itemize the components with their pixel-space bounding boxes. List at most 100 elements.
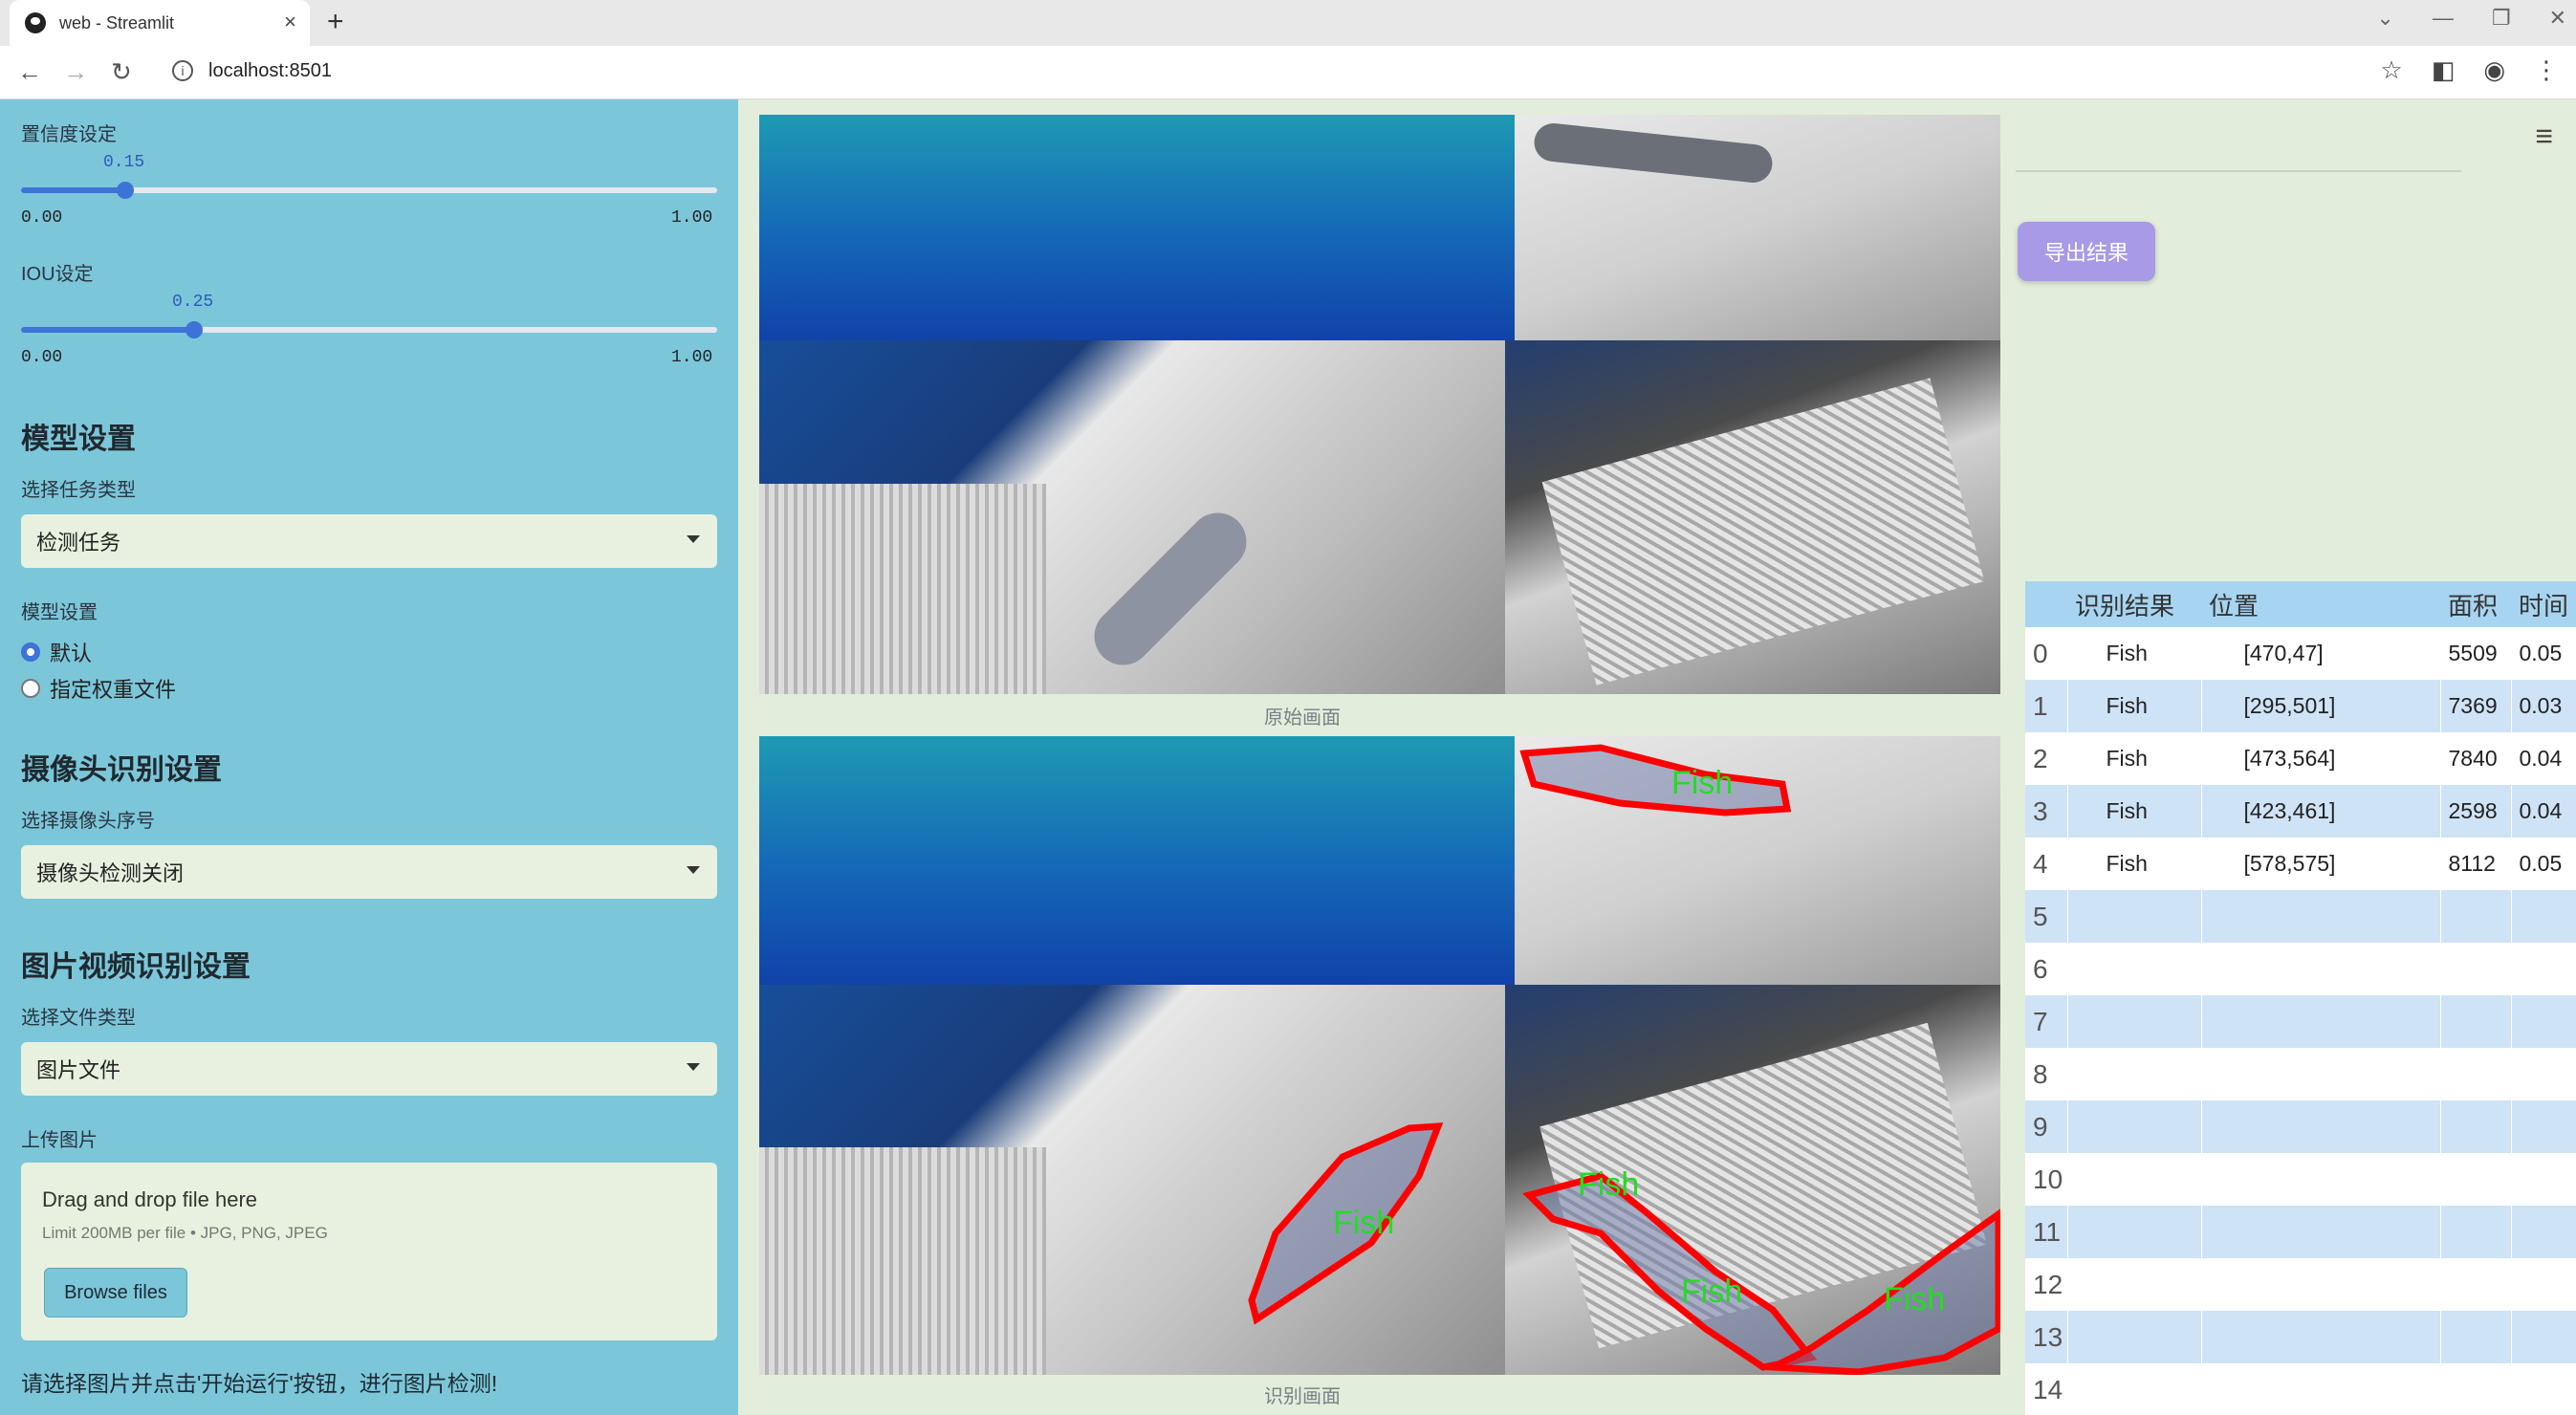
col-header-time[interactable]: 时间 (2511, 581, 2576, 627)
url-field[interactable]: i localhost:8501 (153, 52, 2362, 90)
table-row[interactable]: 5 (2025, 890, 2576, 943)
result-cell (2067, 1311, 2202, 1363)
detection-label-4: Fish (1884, 1281, 1945, 1317)
original-quad-deck (1515, 115, 2000, 340)
radio-custom-weights[interactable]: 指定权重文件 (21, 673, 176, 704)
browser-toolbar-right: ☆ ◧ ◉ ⋮ (2380, 55, 2559, 85)
table-row[interactable]: 12 (2025, 1258, 2576, 1311)
confidence-value: 0.15 (103, 153, 145, 172)
result-cell: Fish (2067, 627, 2202, 680)
row-index-cell: 11 (2025, 1206, 2068, 1258)
result-cell: Fish (2067, 838, 2202, 890)
file-type-value: 图片文件 (36, 1058, 121, 1082)
radio-unselected-icon (21, 679, 40, 698)
position-cell (2201, 1363, 2441, 1415)
browser-menu-icon[interactable]: ⋮ (2534, 55, 2559, 85)
col-header-area[interactable]: 面积 (2440, 581, 2511, 627)
position-cell (2201, 1206, 2441, 1258)
back-arrow-icon[interactable]: ← (17, 57, 42, 87)
table-row[interactable]: 14 (2025, 1363, 2576, 1415)
detection-polygon-0 (1519, 744, 1792, 816)
area-cell (2440, 1258, 2512, 1311)
detection-image: Fish Fish Fish Fish Fish (759, 736, 2000, 1375)
task-type-value: 检测任务 (36, 531, 121, 555)
side-panel-icon[interactable]: ◧ (2432, 55, 2456, 85)
browser-tab[interactable]: web - Streamlit × (10, 0, 310, 46)
result-cell: Fish (2067, 732, 2202, 785)
file-settings-heading: 图片视频识别设置 (21, 951, 251, 983)
col-header-index[interactable] (2025, 581, 2067, 627)
model-settings-heading: 模型设置 (21, 424, 136, 455)
position-cell (2201, 1100, 2441, 1153)
table-row[interactable]: 1 Fish [295,501] 7369 0.03 (2025, 680, 2576, 732)
table-row[interactable]: 10 (2025, 1153, 2576, 1206)
area-cell (2440, 1206, 2512, 1258)
minimize-icon[interactable]: — (2433, 6, 2454, 31)
row-index-cell: 13 (2025, 1311, 2068, 1363)
table-row[interactable]: 0 Fish [470,47] 5509 0.05 (2025, 627, 2576, 680)
profile-avatar-icon[interactable]: ◉ (2483, 55, 2505, 85)
position-cell (2201, 943, 2441, 995)
table-row[interactable]: 4 Fish [578,575] 8112 0.05 (2025, 838, 2576, 890)
row-index-cell: 2 (2025, 732, 2068, 785)
area-cell (2440, 1153, 2512, 1206)
forward-arrow-icon[interactable]: → (63, 57, 88, 87)
table-row[interactable]: 11 (2025, 1206, 2576, 1258)
camera-settings-heading: 摄像头识别设置 (21, 754, 222, 786)
camera-index-value: 摄像头检测关闭 (36, 861, 185, 885)
result-cell (2067, 1153, 2202, 1206)
results-table[interactable]: 识别结果 位置 面积 时间 0 Fish [470,47] 5509 0.05 1 Fish… (2025, 581, 2576, 1415)
task-type-select[interactable]: 检测任务 (21, 514, 717, 568)
export-results-button[interactable]: 导出结果 (2018, 222, 2155, 281)
area-cell (2440, 1048, 2512, 1100)
restore-icon[interactable]: ❐ (2492, 6, 2511, 31)
time-cell: 0.04 (2511, 785, 2576, 838)
close-window-icon[interactable]: ✕ (2549, 6, 2566, 31)
confidence-slider-thumb[interactable] (117, 182, 134, 199)
iou-slider-track[interactable] (21, 327, 717, 333)
table-row[interactable]: 2 Fish [473,564] 7840 0.04 (2025, 732, 2576, 785)
tab-search-icon[interactable]: ⌄ (2376, 6, 2393, 31)
area-cell (2440, 1311, 2512, 1363)
file-type-select[interactable]: 图片文件 (21, 1042, 717, 1096)
iou-slider-thumb[interactable] (186, 321, 203, 338)
model-setting-label: 模型设置 (21, 602, 98, 623)
original-image (759, 115, 2000, 694)
browse-files-button[interactable]: Browse files (44, 1268, 187, 1317)
upload-label: 上传图片 (21, 1130, 98, 1151)
col-header-result[interactable]: 识别结果 (2067, 581, 2201, 627)
table-row[interactable]: 8 (2025, 1048, 2576, 1100)
table-row[interactable]: 6 (2025, 943, 2576, 995)
browser-tab-bar (0, 0, 2576, 46)
table-row[interactable]: 7 (2025, 995, 2576, 1048)
time-cell (2511, 1100, 2576, 1153)
row-index-cell: 0 (2025, 627, 2068, 680)
hamburger-menu-icon[interactable]: ≡ (2535, 119, 2553, 154)
table-row[interactable]: 13 (2025, 1311, 2576, 1363)
radio-default[interactable]: 默认 (21, 637, 92, 667)
area-cell (2440, 1363, 2512, 1415)
site-info-icon[interactable]: i (172, 60, 193, 81)
chevron-down-icon (687, 866, 700, 874)
col-header-position[interactable]: 位置 (2201, 581, 2440, 627)
position-cell: [470,47] (2201, 627, 2441, 680)
tab-close-icon[interactable]: × (284, 10, 296, 34)
confidence-slider-fill (21, 187, 126, 193)
table-body: 0 Fish [470,47] 5509 0.05 1 Fish [295,501] 7369 0… (2025, 627, 2576, 1415)
camera-index-select[interactable]: 摄像头检测关闭 (21, 845, 717, 899)
time-cell: 0.05 (2511, 838, 2576, 890)
bookmark-star-icon[interactable]: ☆ (2380, 55, 2402, 85)
table-row[interactable]: 3 Fish [423,461] 2598 0.04 (2025, 785, 2576, 838)
original-caption: 原始画面 (1264, 708, 1341, 729)
file-uploader-dropzone[interactable]: Drag and drop file here Limit 200MB per … (21, 1163, 717, 1340)
hint-text: 请选择图片并点击'开始运行'按钮，进行图片检测! (21, 1371, 498, 1396)
new-tab-icon[interactable]: + (327, 6, 344, 38)
time-cell (2511, 995, 2576, 1048)
reload-icon[interactable]: ↻ (111, 57, 132, 87)
result-cell (2067, 943, 2202, 995)
table-row[interactable]: 9 (2025, 1100, 2576, 1153)
detection-polygon-2 (1522, 1172, 1818, 1371)
confidence-min: 0.00 (21, 208, 63, 228)
file-type-label: 选择文件类型 (21, 1008, 136, 1029)
iou-slider-fill (21, 327, 195, 333)
